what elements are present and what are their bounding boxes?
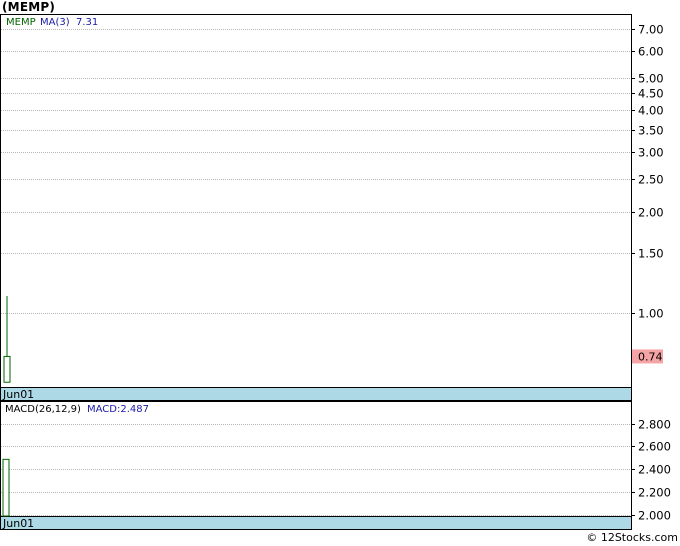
macd-panel-frame	[0, 401, 632, 517]
macd-tick-label: 2.600	[638, 440, 671, 454]
ticker-legend: MEMP	[6, 17, 36, 28]
price-tick-label: 1.00	[638, 307, 664, 321]
ma-legend-value: 7.31	[76, 17, 98, 28]
price-tick-label: 2.50	[638, 173, 664, 187]
ma-legend-label: MA(3)	[40, 17, 70, 28]
price-tick-label: 4.50	[638, 87, 664, 101]
price-tick-label: 7.00	[638, 23, 664, 37]
stock-chart: 7.00 6.00 5.004.50 4.00 3.50 3.00 2.50 2.00 1.50…	[0, 14, 671, 530]
price-tick-label: 6.00	[638, 45, 664, 59]
macd-tick-label: 2.800	[638, 418, 671, 432]
macd-date-label: Jun01	[2, 517, 34, 530]
last-price-label: 0.74	[638, 350, 663, 363]
price-tick-label: 5.00	[638, 72, 664, 86]
macd-date-bar	[0, 516, 632, 530]
footer-copyright: © 12Stocks.com	[586, 531, 678, 544]
macd-bar	[2, 458, 10, 517]
price-tick-label: 4.00	[638, 104, 664, 118]
macd-tick-label: 2.200	[638, 486, 671, 500]
price-tick-label: 2.00	[638, 206, 664, 220]
macd-legend-value: MACD:2.487	[87, 404, 149, 415]
price-date-bar	[0, 387, 632, 401]
price-tick-label: 1.50	[638, 247, 664, 261]
macd-tick-label: 2.400	[638, 463, 671, 477]
price-date-label: Jun01	[2, 388, 34, 401]
price-panel-frame	[0, 14, 632, 388]
macd-legend-label: MACD(26,12,9)	[5, 404, 81, 415]
candle-body	[3, 355, 11, 383]
macd-tick-label: 2.000	[638, 509, 671, 523]
price-tick-label: 3.50	[638, 124, 664, 138]
price-tick-label: 3.00	[638, 146, 664, 160]
